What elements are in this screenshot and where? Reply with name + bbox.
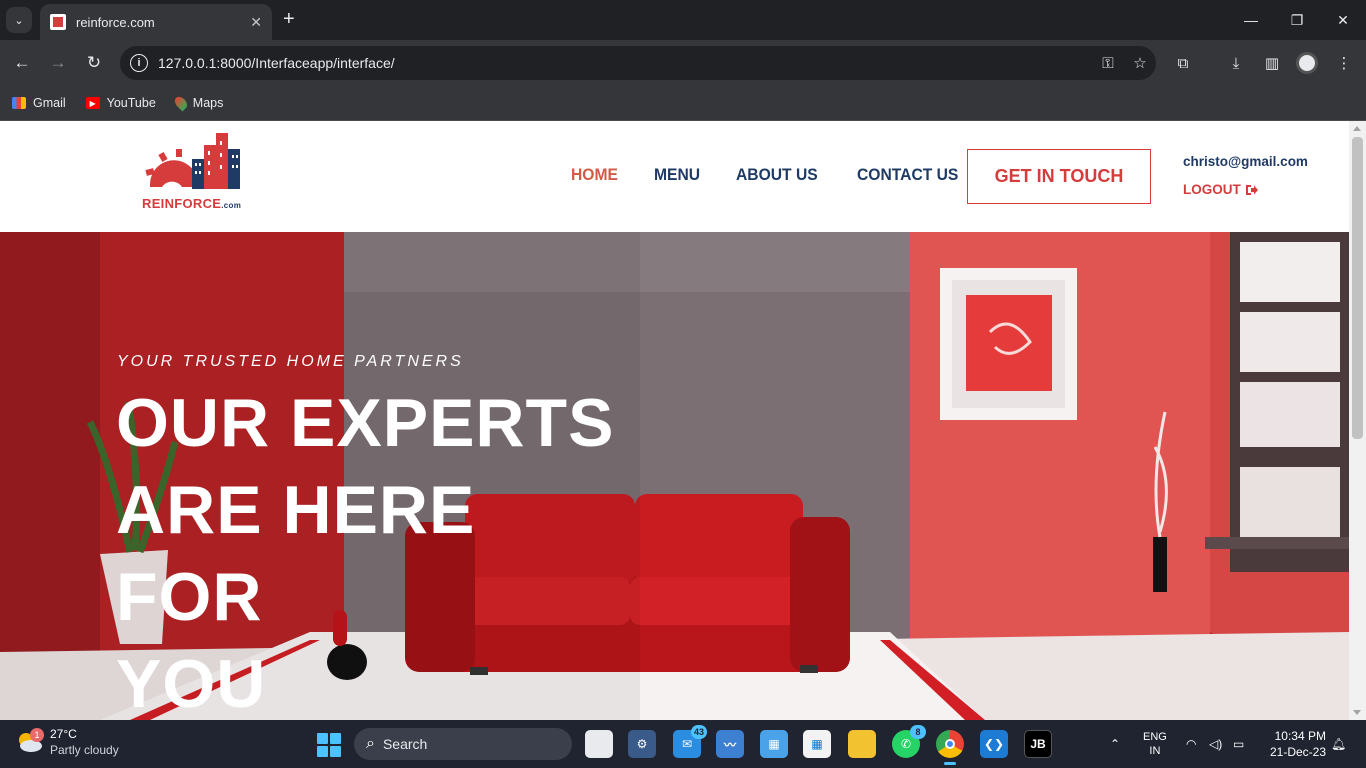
search-icon: ⌕ bbox=[366, 735, 375, 752]
youtube-icon: ▶ bbox=[85, 97, 100, 109]
bookmark-youtube[interactable]: ▶ YouTube bbox=[85, 96, 156, 110]
tab-strip: ⌄ reinforce.com ✕ + — ❐ ✕ bbox=[0, 0, 1366, 40]
extensions-icon[interactable]: ⧉ bbox=[1172, 52, 1194, 74]
hero-title-line: OUR EXPERTS bbox=[116, 385, 615, 461]
profile-avatar[interactable] bbox=[1296, 52, 1318, 74]
hero-banner: YOUR TRUSTED HOME PARTNERS OUR EXPERTS A… bbox=[0, 232, 1349, 720]
active-app-indicator bbox=[944, 762, 956, 765]
mail-icon[interactable]: ✉ 43 bbox=[673, 725, 707, 758]
close-window-button[interactable]: ✕ bbox=[1320, 0, 1366, 40]
clock-time: 10:34 PM bbox=[1274, 729, 1326, 743]
bookmark-gmail[interactable]: Gmail bbox=[12, 96, 66, 110]
language-indicator[interactable]: ENG IN bbox=[1143, 720, 1167, 768]
jetbrains-icon[interactable]: JB bbox=[1024, 730, 1052, 758]
web-page: REINFORCE.com HOME MENU ABOUT US CONTACT… bbox=[0, 121, 1349, 720]
settings-gear-icon[interactable]: ⚙ bbox=[628, 730, 656, 758]
show-hidden-icons[interactable]: ⌃ bbox=[1110, 720, 1120, 768]
search-placeholder: Search bbox=[382, 736, 428, 752]
weather-badge: 1 bbox=[30, 728, 44, 742]
hero-subtitle: YOUR TRUSTED HOME PARTNERS bbox=[117, 353, 464, 370]
wifi-icon[interactable]: ◠ bbox=[1186, 720, 1196, 768]
monitor-app-icon[interactable]: 〰 bbox=[716, 730, 744, 758]
partly-cloudy-icon: 1 bbox=[16, 728, 44, 754]
more-menu-icon[interactable]: ⋮ bbox=[1333, 52, 1355, 74]
bookmark-label: YouTube bbox=[106, 96, 156, 110]
nav-about-us[interactable]: ABOUT US bbox=[736, 165, 818, 185]
weather-temp: 27°C bbox=[50, 727, 77, 741]
hero-title-line: ARE HERE FOR bbox=[116, 472, 476, 635]
gmail-icon bbox=[12, 97, 26, 109]
battery-icon[interactable]: ▭ bbox=[1233, 720, 1244, 768]
weather-desc: Partly cloudy bbox=[50, 743, 119, 757]
logo-wordmark[interactable]: REINFORCE.com bbox=[142, 196, 241, 211]
system-clock[interactable]: 10:34 PM 21-Dec-23 bbox=[1264, 728, 1326, 760]
back-button[interactable]: ← bbox=[9, 50, 35, 76]
windows-taskbar: 1 27°C Partly cloudy ⌕ Search ⚙ ✉ 43 〰 ▦ … bbox=[0, 720, 1366, 768]
reload-button[interactable]: ↻ bbox=[81, 50, 107, 76]
restore-button[interactable]: ❐ bbox=[1274, 0, 1320, 40]
lang-bottom: IN bbox=[1149, 745, 1161, 757]
clock-date: 21-Dec-23 bbox=[1269, 745, 1326, 759]
logout-link[interactable]: LOGOUT bbox=[1183, 182, 1259, 197]
get-in-touch-button[interactable]: GET IN TOUCH bbox=[967, 149, 1151, 204]
start-button[interactable] bbox=[317, 733, 341, 757]
bookmark-maps[interactable]: Maps bbox=[172, 94, 224, 112]
url-text[interactable]: 127.0.0.1:8000/Interfaceapp/interface/ bbox=[158, 55, 1092, 71]
hero-title-line: YOU bbox=[116, 646, 267, 720]
minimize-button[interactable]: — bbox=[1228, 0, 1274, 40]
nav-menu[interactable]: MENU bbox=[654, 165, 700, 185]
volume-icon[interactable]: ◁) bbox=[1209, 720, 1222, 768]
weather-widget[interactable]: 1 27°C Partly cloudy bbox=[16, 726, 119, 758]
bookmark-label: Maps bbox=[192, 96, 224, 110]
new-tab-button[interactable]: + bbox=[283, 9, 295, 29]
file-explorer-icon[interactable] bbox=[848, 730, 876, 758]
site-info-icon[interactable]: i bbox=[130, 54, 148, 72]
nav-home[interactable]: HOME bbox=[571, 165, 618, 185]
mail-badge: 43 bbox=[691, 725, 707, 739]
browser-tab[interactable]: reinforce.com ✕ bbox=[40, 4, 272, 40]
window-controls: — ❐ ✕ bbox=[1228, 0, 1366, 40]
microsoft-store-icon[interactable]: ▦ bbox=[803, 730, 831, 758]
taskbar-search[interactable]: ⌕ Search bbox=[354, 728, 572, 760]
bookmarks-bar: Gmail ▶ YouTube Maps bbox=[0, 86, 1366, 121]
site-header: REINFORCE.com HOME MENU ABOUT US CONTACT… bbox=[0, 121, 1349, 232]
nav-contact-us[interactable]: CONTACT US bbox=[857, 165, 958, 185]
logout-icon bbox=[1245, 184, 1258, 195]
main-nav: HOME MENU ABOUT US CONTACT US bbox=[571, 165, 999, 185]
close-tab-icon[interactable]: ✕ bbox=[250, 14, 262, 31]
maps-icon bbox=[172, 94, 190, 112]
tab-search-button[interactable]: ⌄ bbox=[6, 7, 32, 33]
scroll-thumb[interactable] bbox=[1352, 137, 1363, 439]
whatsapp-icon[interactable]: ✆ 8 bbox=[892, 725, 926, 758]
password-key-icon[interactable]: ⚿ bbox=[1092, 55, 1124, 72]
forward-button[interactable]: → bbox=[45, 50, 71, 76]
chrome-icon[interactable] bbox=[936, 730, 964, 758]
page-scrollbar[interactable] bbox=[1349, 121, 1366, 720]
bookmark-label: Gmail bbox=[33, 96, 66, 110]
hero-title: OUR EXPERTS ARE HERE FOR YOU bbox=[116, 380, 636, 720]
task-view-icon[interactable] bbox=[585, 730, 613, 758]
notifications-bell-icon[interactable]: 🔔︎ bbox=[1331, 720, 1346, 768]
whatsapp-badge: 8 bbox=[910, 725, 926, 739]
control-panel-icon[interactable]: ▦ bbox=[760, 730, 788, 758]
tab-title: reinforce.com bbox=[76, 14, 155, 30]
site-favicon-icon bbox=[50, 14, 66, 30]
logout-label: LOGOUT bbox=[1183, 182, 1241, 197]
bookmark-star-icon[interactable]: ☆ bbox=[1124, 54, 1156, 72]
scroll-down-arrow-icon[interactable] bbox=[1353, 710, 1361, 715]
lang-top: ENG bbox=[1143, 731, 1167, 743]
scroll-up-arrow-icon[interactable] bbox=[1353, 126, 1361, 131]
vscode-icon[interactable]: ❮❯ bbox=[980, 730, 1008, 758]
downloads-icon[interactable]: ⤓ bbox=[1225, 52, 1247, 74]
side-panel-icon[interactable]: ▥ bbox=[1261, 52, 1283, 74]
browser-toolbar: ← → ↻ i 127.0.0.1:8000/Interfaceapp/inte… bbox=[0, 40, 1366, 86]
user-email: christo@gmail.com bbox=[1183, 154, 1308, 169]
address-bar[interactable]: i 127.0.0.1:8000/Interfaceapp/interface/… bbox=[120, 46, 1156, 80]
